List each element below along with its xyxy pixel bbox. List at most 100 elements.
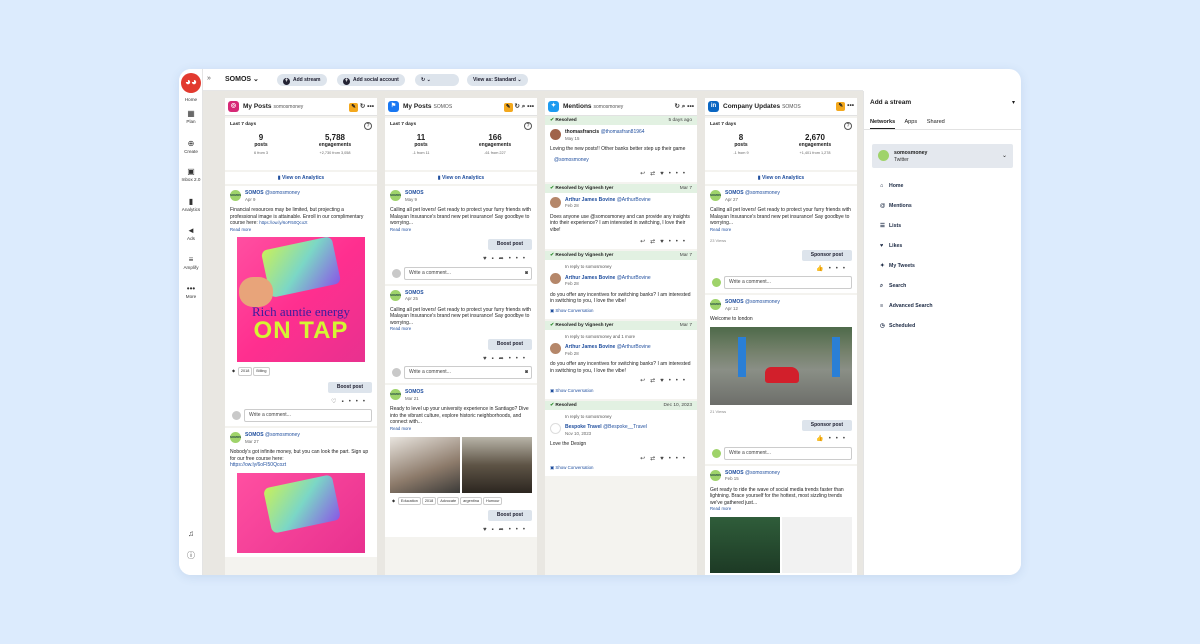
tab-apps[interactable]: Apps <box>904 119 917 128</box>
view-on-analytics-link[interactable]: ▮ View on Analytics <box>385 172 537 184</box>
more-icon[interactable]: ••• <box>509 256 530 262</box>
nav-analytics[interactable]: ▮ Analytics <box>179 197 203 212</box>
retweet-icon[interactable]: ⇄ <box>650 171 660 177</box>
camera-icon[interactable]: ◙ <box>525 367 528 378</box>
compose-icon[interactable]: ✎ <box>503 103 513 112</box>
like-icon[interactable]: ♥ <box>660 239 669 245</box>
nav-amplify[interactable]: ≡ Amplify <box>179 255 203 270</box>
comment-input[interactable]: Write a comment... ◙ <box>392 266 532 280</box>
like-icon[interactable]: ♥ <box>483 256 492 262</box>
hootsuite-owl-logo-icon[interactable]: ◕◕ <box>181 73 201 93</box>
search-icon[interactable]: ⌕ <box>522 103 526 110</box>
view-on-analytics-link[interactable]: ▮ View on Analytics <box>225 172 377 184</box>
more-icon[interactable]: ••• <box>527 103 534 110</box>
stream-option-scheduled[interactable]: ◷ Scheduled <box>880 323 915 329</box>
like-icon[interactable]: ♡ <box>331 399 341 405</box>
stream-option-my-tweets[interactable]: ✦ My Tweets <box>880 263 915 269</box>
post-images[interactable] <box>710 516 852 573</box>
more-icon[interactable]: ••• <box>509 356 530 362</box>
show-conversation-link[interactable]: ▣ Show Conversation <box>550 308 692 315</box>
like-icon[interactable]: ♥ <box>483 527 492 533</box>
stream-option-advanced-search[interactable]: ≡ Advanced Search <box>880 303 933 309</box>
account-selector[interactable]: somosmoney Twitter ⌄ <box>872 144 1013 168</box>
nav-inbox[interactable]: ▣ Inbox 2.0 <box>179 167 203 182</box>
like-icon[interactable]: ♥ <box>660 171 669 177</box>
stream-option-mentions[interactable]: @ Mentions <box>880 203 912 209</box>
promo-image[interactable]: Rich auntie energy ON TAP <box>237 237 365 363</box>
help-icon[interactable]: ? <box>364 122 372 130</box>
reply-icon[interactable]: ↩ <box>640 171 650 177</box>
search-icon[interactable]: ⌕ <box>682 103 686 110</box>
retweet-icon[interactable]: ⇄ <box>650 239 660 245</box>
boost-post-button[interactable]: Boost post <box>487 338 532 350</box>
like-icon[interactable]: ♥ <box>660 456 669 462</box>
comment-input[interactable]: Write a comment... <box>712 276 852 290</box>
nav-ads[interactable]: ◄ Ads <box>179 226 203 241</box>
tab-shared[interactable]: Shared <box>927 119 945 128</box>
share-icon[interactable]: ➦ <box>499 527 509 533</box>
post-images[interactable] <box>390 436 532 493</box>
more-icon[interactable]: ••• <box>669 171 690 177</box>
show-conversation-link[interactable]: ▣ Show Conversation <box>550 465 692 472</box>
help-icon[interactable]: ⓘ <box>179 551 203 561</box>
view-on-analytics-link[interactable]: ▮ View on Analytics <box>705 172 857 184</box>
stream-option-home[interactable]: ⌂ Home <box>880 183 903 189</box>
share-icon[interactable]: ➦ <box>499 356 509 362</box>
comment-icon[interactable]: ▪ <box>492 527 499 533</box>
retweet-icon[interactable]: ⇄ <box>650 378 660 384</box>
more-icon[interactable]: ••• <box>829 266 850 272</box>
reply-icon[interactable]: ↩ <box>640 239 650 245</box>
nav-more[interactable]: ••• More <box>179 284 203 299</box>
expand-sidebar-icon[interactable]: » <box>207 75 211 82</box>
comment-input[interactable]: Write a comment... <box>712 446 852 460</box>
refresh-icon[interactable]: ↻ <box>514 103 519 110</box>
promo-image[interactable] <box>237 472 365 553</box>
refresh-icon[interactable]: ↻ <box>360 103 365 110</box>
add-stream-button[interactable]: + Add stream <box>277 74 327 86</box>
boost-post-button[interactable]: Boost post <box>327 381 372 393</box>
nav-plan[interactable]: ▦ Plan <box>179 109 203 124</box>
more-icon[interactable]: ••• <box>847 102 854 109</box>
comment-icon[interactable]: ▪ <box>342 399 349 405</box>
more-icon[interactable]: ••• <box>349 399 370 405</box>
more-icon[interactable]: ••• <box>829 436 850 442</box>
show-conversation-link[interactable]: ▣ Show Conversation <box>550 388 692 395</box>
like-icon[interactable]: 👍 <box>816 266 828 272</box>
help-icon[interactable]: ? <box>844 122 852 130</box>
refresh-icon[interactable]: ↻ <box>674 103 679 110</box>
comment-icon[interactable]: ▪ <box>492 356 499 362</box>
notifications-bell-icon[interactable]: ♫ <box>179 529 203 539</box>
more-icon[interactable]: ••• <box>687 103 694 110</box>
view-as-dropdown[interactable]: View as: Standard ⌄ <box>467 74 528 86</box>
more-icon[interactable]: ••• <box>669 239 690 245</box>
tab-networks[interactable]: Networks <box>870 119 896 129</box>
retweet-icon[interactable]: ⇄ <box>650 456 660 462</box>
camera-icon[interactable]: ◙ <box>525 268 528 279</box>
sponsor-post-button[interactable]: Sponsor post <box>801 249 852 261</box>
boost-post-button[interactable]: Boost post <box>487 239 532 250</box>
nav-create[interactable]: ⊕ Create <box>179 139 203 154</box>
caret-down-icon[interactable]: ▾ <box>1012 99 1015 106</box>
reply-icon[interactable]: ↩ <box>640 456 650 462</box>
more-icon[interactable]: ••• <box>367 103 374 110</box>
compose-icon[interactable]: ✎ <box>836 102 846 111</box>
comment-input[interactable]: Write a comment... ◙ <box>392 366 532 380</box>
org-selector[interactable]: SOMOS ⌄ <box>225 75 259 83</box>
stream-option-likes[interactable]: ♥ Likes <box>880 243 902 249</box>
boost-post-button[interactable]: Boost post <box>487 510 532 521</box>
more-icon[interactable]: ••• <box>669 378 690 384</box>
comment-icon[interactable]: ▪ <box>492 256 499 262</box>
sponsor-post-button[interactable]: Sponsor post <box>801 420 852 431</box>
like-icon[interactable]: ♥ <box>483 356 492 362</box>
race-car-photo[interactable] <box>710 326 852 405</box>
more-icon[interactable]: ••• <box>669 456 690 462</box>
stream-option-search[interactable]: ⌕ Search <box>880 283 906 290</box>
comment-input[interactable]: Write a comment... <box>232 409 372 423</box>
help-icon[interactable]: ? <box>524 122 532 130</box>
like-icon[interactable]: ♥ <box>660 378 669 384</box>
more-icon[interactable]: ••• <box>509 527 530 533</box>
stream-option-lists[interactable]: ☰ Lists <box>880 223 901 229</box>
add-social-account-button[interactable]: + Add social account <box>337 74 405 86</box>
reply-icon[interactable]: ↩ <box>640 378 650 384</box>
refresh-dropdown-button[interactable]: ↻ ⌄ <box>415 74 459 86</box>
